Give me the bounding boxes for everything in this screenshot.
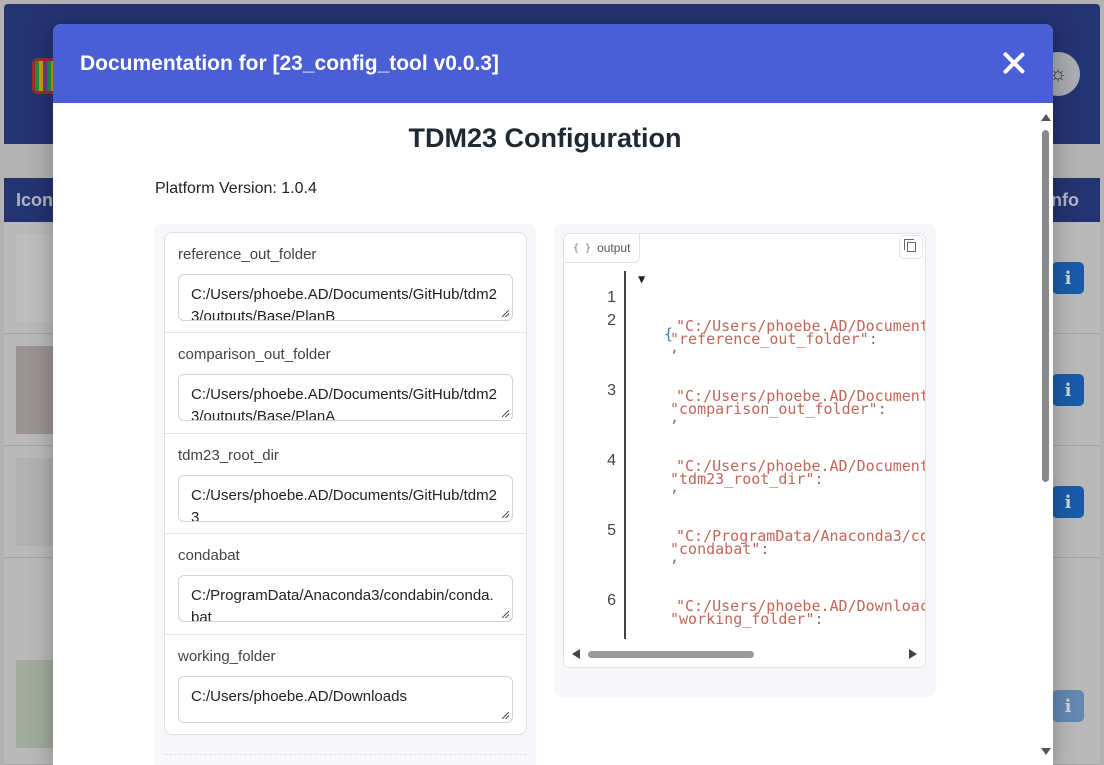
field-tdm23-root-dir: tdm23_root_dir C:/Users/phoebe.AD/Docume… (165, 434, 526, 534)
line-number: 6 (607, 592, 616, 609)
code-area[interactable]: 1 ▼ { 2 "reference_out_folder": "C:/User… (564, 271, 925, 639)
close-icon[interactable] (1001, 50, 1027, 76)
tab-output[interactable]: { } output (564, 234, 641, 263)
scroll-right-icon[interactable] (909, 649, 917, 659)
json-braces-icon: { } (573, 242, 592, 254)
working-folder-input[interactable]: C:/Users/phoebe.AD/Downloads (178, 676, 513, 723)
copy-icon[interactable] (899, 235, 923, 259)
field-comparison-out-folder: comparison_out_folder C:/Users/phoebe.AD… (165, 333, 526, 434)
field-label: working_folder (178, 648, 276, 665)
modal-body: TDM23 Configuration Platform Version: 1.… (53, 103, 1053, 765)
platform-version: Platform Version: 1.0.4 (155, 180, 317, 197)
form-footer (164, 754, 527, 765)
field-working-folder: working_folder C:/Users/phoebe.AD/Downlo… (165, 635, 526, 734)
fold-toggle-icon[interactable]: ▼ (638, 272, 645, 286)
line-number: 2 (607, 312, 616, 329)
line-number: 3 (607, 382, 616, 399)
reference-out-folder-input[interactable]: C:/Users/phoebe.AD/Documents/GitHub/tdm2… (178, 274, 513, 321)
scrollbar-thumb[interactable] (588, 651, 754, 658)
line-number: 4 (607, 452, 616, 469)
modal-header: Documentation for [23_config_tool v0.0.3… (53, 24, 1053, 103)
field-label: tdm23_root_dir (178, 447, 279, 464)
json-value: "C:/Users/phoebe.AD/Document (676, 457, 925, 475)
scroll-up-icon[interactable] (1041, 114, 1051, 121)
field-label: condabat (178, 547, 240, 564)
config-form: reference_out_folder C:/Users/phoebe.AD/… (164, 232, 527, 735)
condabat-input[interactable]: C:/ProgramData/Anaconda3/condabin/conda.… (178, 575, 513, 622)
code-line: 7 } (564, 621, 672, 639)
scroll-left-icon[interactable] (572, 649, 580, 659)
horizontal-scrollbar[interactable] (572, 649, 917, 659)
comparison-out-folder-input[interactable]: C:/Users/phoebe.AD/Documents/GitHub/tdm2… (178, 374, 513, 421)
config-form-panel: reference_out_folder C:/Users/phoebe.AD/… (154, 224, 536, 765)
page-title: TDM23 Configuration (408, 123, 682, 153)
field-label: comparison_out_folder (178, 346, 331, 363)
json-viewer: { } output 1 ▼ { 2 "reference_out_folder… (563, 233, 926, 668)
line-number: 5 (607, 522, 616, 539)
field-label: reference_out_folder (178, 246, 317, 263)
field-condabat: condabat C:/ProgramData/Anaconda3/condab… (165, 534, 526, 635)
documentation-modal: Documentation for [23_config_tool v0.0.3… (53, 24, 1053, 765)
json-output-panel: { } output 1 ▼ { 2 "reference_out_folder… (554, 224, 936, 697)
tdm23-root-dir-input[interactable]: C:/Users/phoebe.AD/Documents/GitHub/tdm2… (178, 475, 513, 522)
tab-label: output (597, 241, 631, 255)
vertical-scrollbar[interactable] (1039, 112, 1053, 765)
modal-title: Documentation for [23_config_tool v0.0.3… (80, 51, 499, 75)
scrollbar-thumb[interactable] (1042, 130, 1049, 482)
json-value: "C:/Users/phoebe.AD/Document (676, 317, 925, 335)
json-value: "C:/Users/phoebe.AD/Document (676, 387, 925, 405)
json-value: "C:/Users/phoebe.AD/Downloac (676, 597, 925, 615)
json-value: "C:/ProgramData/Anaconda3/co (676, 527, 925, 545)
field-reference-out-folder: reference_out_folder C:/Users/phoebe.AD/… (165, 233, 526, 333)
scroll-down-icon[interactable] (1041, 748, 1051, 755)
